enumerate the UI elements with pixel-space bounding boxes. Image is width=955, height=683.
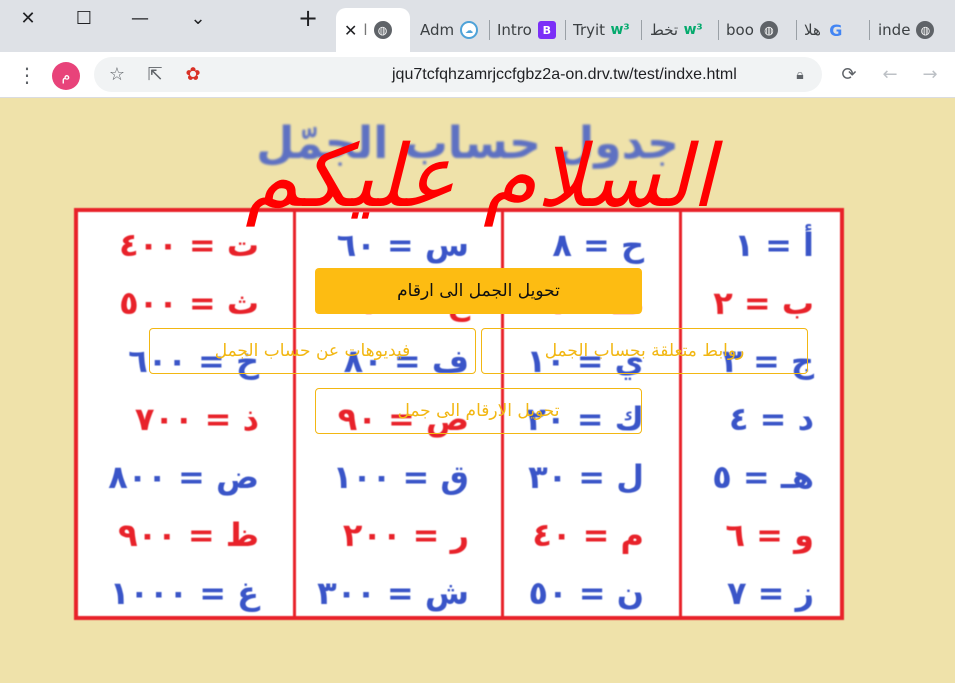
forward-icon[interactable]: → [917,52,943,97]
table-cell: ب = ٢ [713,284,814,322]
table-divider [293,212,296,616]
page-content: جدول حساب الجمّل أ = ١ب = ٢ج = ٣د = ٤ هـ … [0,98,955,683]
plus-icon: + [297,4,319,32]
close-window-button[interactable]: ✕ [0,0,56,36]
minimize-window-button[interactable]: — [112,0,168,36]
tab-label: Tryit [573,21,606,39]
bootstrap-icon: B [537,21,556,39]
globe-icon: ◍ [759,21,778,39]
tab-divider [489,20,490,40]
reload-icon[interactable]: ⟳ [836,52,862,97]
tab-hala[interactable]: هلا G [804,8,862,52]
table-cell: ض = ٨٠٠ [108,458,259,496]
related-links-button[interactable]: روابط متعلقة بحساب الجمل [481,328,808,374]
tab-label: l [363,21,368,39]
greeting-heading: السلام عليكم [245,127,715,227]
tab-index[interactable]: inde ◍ [878,8,948,52]
table-cell: أ = ١ [734,226,814,264]
globe-icon: ◍ [916,21,935,39]
table-cell: س = ٦٠ [336,226,469,264]
lock-icon[interactable]: 🔒︎ [790,52,810,97]
menu-dots-icon[interactable]: ⋮ [14,52,40,97]
tab-strip: ✕ ☐ — ⌄ + ✕ l ◍ Adm ☁ Intro B Tryit w³ ت… [0,0,955,52]
tab-active[interactable]: ✕ l ◍ [336,8,410,52]
globe-icon: ◍ [373,21,392,39]
tab-label: هلا [804,21,821,39]
maximize-icon: ☐ [75,7,93,29]
close-icon[interactable]: ✕ [344,21,357,40]
table-cell: ل = ٣٠ [528,458,644,496]
table-cell: ر = ٢٠٠ [342,516,469,554]
new-tab-button[interactable]: + [280,0,336,36]
table-cell: ش = ٣٠٠ [317,574,469,612]
table-cell: ذ = ٧٠٠ [134,400,259,438]
tab-boo[interactable]: boo ◍ [726,8,788,52]
tab-search-button[interactable]: ⌄ [170,0,226,36]
table-cell: هـ = ٥ [712,458,814,496]
tab-intro[interactable]: Intro B [497,8,559,52]
tab-tryit[interactable]: Tryit w³ [573,8,635,52]
tab-label: boo [726,21,754,39]
avatar[interactable]: م [52,62,80,90]
avatar-letter: م [61,68,71,84]
close-icon: ✕ [20,7,36,29]
table-cell: د = ٤ [728,400,814,438]
google-icon: G [829,20,843,40]
w3schools-icon: w³ [683,22,703,38]
tab-label: inde [878,21,911,39]
w3schools-icon: w³ [610,22,630,38]
tab-label: Adm [420,21,455,39]
cloud-icon: ☁ [460,21,479,39]
table-cell: ت = ٤٠٠ [119,226,259,264]
star-icon[interactable]: ☆ [104,52,130,97]
table-cell: ح = ٨ [552,226,644,264]
tab-adm[interactable]: Adm ☁ [420,8,482,52]
table-cell: ق = ١٠٠ [332,458,469,496]
table-cell: م = ٤٠ [532,516,644,554]
share-icon[interactable]: ⇱ [142,52,168,97]
tab-divider [565,20,566,40]
table-cell: غ = ١٠٠٠ [109,574,259,612]
tab-divider [869,20,870,40]
extension-icon[interactable]: ✿ [180,52,206,97]
tab-label: Intro [497,21,532,39]
table-divider [679,212,682,616]
table-cell: ز = ٧ [726,574,814,612]
minimize-icon: — [131,7,149,29]
tab-arabic[interactable]: تخط w³ [650,8,714,52]
convert-numbers-to-letters-button[interactable]: تحويل الارقام الى جمل [315,388,642,434]
videos-button[interactable]: فيديوهات عن حساب الجمل [149,328,476,374]
chevron-down-icon: ⌄ [190,7,206,29]
tab-divider [796,20,797,40]
table-cell: ن = ٥٠ [528,574,644,612]
tab-divider [718,20,719,40]
tab-label: تخط [650,21,679,39]
table-cell: ظ = ٩٠٠ [118,516,259,554]
table-cell: ث = ٥٠٠ [119,284,259,322]
convert-letters-to-numbers-button[interactable]: تحويل الجمل الى ارقام [315,268,642,314]
back-icon[interactable]: ← [877,52,903,97]
url-text[interactable]: jqu7tcfqhzamrjccfgbz2a-on.drv.tw/test/in… [392,57,737,92]
maximize-window-button[interactable]: ☐ [56,0,112,36]
table-cell: و = ٦ [725,516,814,554]
tab-divider [641,20,642,40]
